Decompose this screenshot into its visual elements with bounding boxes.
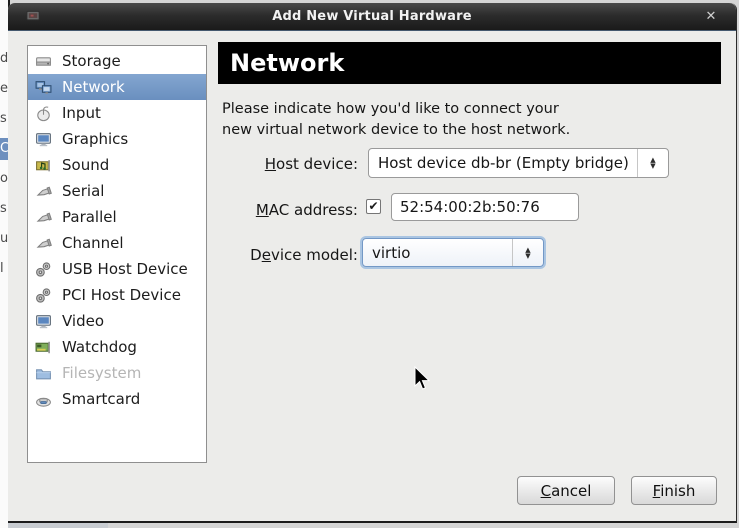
mac-address-label: MAC address: (255, 201, 358, 219)
sidebar-item-label: Sound (62, 156, 110, 174)
filesystem-icon (35, 365, 52, 382)
checkmark-icon: ✔ (368, 199, 379, 213)
sliver-text-fragment: s (0, 201, 7, 216)
chevron-down-icon: ▼ (650, 162, 656, 170)
sliver-text-fragment: C (0, 138, 8, 160)
sidebar-item-label: Channel (62, 234, 124, 252)
sidebar-item-input[interactable]: Input (28, 100, 206, 126)
instructions-line2: new virtual network device to the host n… (222, 122, 571, 138)
channel-icon (35, 235, 52, 252)
sliver-text-fragment: e (0, 81, 8, 96)
add-hardware-dialog: Add New Virtual Hardware ✕ Storage Networ… (8, 3, 737, 523)
host-device-select[interactable]: Host device db-br (Empty bridge) ▲ ▼ (368, 148, 669, 178)
sliver-text-fragment: o (0, 171, 8, 186)
sidebar-list: Storage Network Input Graphics Sound Serial Pa… (27, 45, 207, 463)
sidebar-item-usb-host-device[interactable]: USB Host Device (28, 256, 206, 282)
page-title-banner: Network (218, 42, 721, 84)
network-icon (35, 79, 52, 96)
serial-icon (35, 183, 52, 200)
graphics-icon (35, 131, 52, 148)
sidebar-item-label: Video (62, 312, 105, 330)
page-title: Network (230, 49, 345, 77)
smartcard-icon (35, 391, 52, 408)
spinner-arrows-icon[interactable]: ▲ ▼ (637, 149, 668, 177)
spinner-arrows-icon[interactable]: ▲ ▼ (512, 239, 543, 266)
sidebar-item-video[interactable]: Video (28, 308, 206, 334)
sidebar-item-label: Watchdog (62, 338, 137, 356)
sidebar-item-label: Graphics (62, 130, 129, 148)
sliver-text-fragment: d (0, 51, 8, 66)
sidebar-item-label: Filesystem (62, 364, 142, 382)
watchdog-icon (35, 339, 52, 356)
instructions-text: Please indicate how you'd like to connec… (222, 99, 570, 141)
sidebar-item-network[interactable]: Network (28, 74, 206, 100)
sidebar-item-graphics[interactable]: Graphics (28, 126, 206, 152)
sliver-text-fragment: u (0, 231, 8, 246)
sidebar-item-label: Parallel (62, 208, 117, 226)
sidebar-item-serial[interactable]: Serial (28, 178, 206, 204)
sliver-text-fragment: l (0, 261, 4, 276)
mac-address-input[interactable] (391, 193, 579, 221)
storage-icon (35, 53, 52, 70)
window-app-icon (26, 10, 40, 21)
video-icon (35, 313, 52, 330)
close-icon[interactable]: ✕ (702, 8, 720, 26)
sidebar-item-watchdog[interactable]: Watchdog (28, 334, 206, 360)
sidebar-item-filesystem[interactable]: Filesystem (28, 360, 206, 386)
sidebar-item-label: USB Host Device (62, 260, 188, 278)
sidebar-item-channel[interactable]: Channel (28, 230, 206, 256)
sound-icon (35, 157, 52, 174)
sliver-text-fragment: s (0, 111, 7, 126)
sidebar-item-smartcard[interactable]: Smartcard (28, 386, 206, 412)
sidebar-item-label: Input (62, 104, 101, 122)
window-title: Add New Virtual Hardware (272, 9, 472, 24)
sidebar-item-storage[interactable]: Storage (28, 48, 206, 74)
sidebar-item-pci-host-device[interactable]: PCI Host Device (28, 282, 206, 308)
sidebar-item-parallel[interactable]: Parallel (28, 204, 206, 230)
pci-host-device-icon (35, 287, 52, 304)
cancel-button[interactable]: Cancel (517, 476, 615, 505)
sidebar-item-sound[interactable]: Sound (28, 152, 206, 178)
mac-address-checkbox[interactable]: ✔ (366, 199, 381, 214)
device-model-value: virtio (372, 243, 411, 262)
sidebar-item-label: Serial (62, 182, 105, 200)
input-mouse-icon (35, 105, 52, 122)
device-model-label: Device model: (250, 246, 358, 264)
titlebar[interactable]: Add New Virtual Hardware ✕ (8, 3, 736, 31)
sidebar-item-label: Network (62, 78, 125, 96)
finish-button[interactable]: Finish (631, 476, 717, 505)
mouse-cursor (414, 366, 431, 390)
host-device-value: Host device db-br (Empty bridge) (378, 154, 629, 172)
instructions-line1: Please indicate how you'd like to connec… (222, 101, 559, 117)
device-model-select[interactable]: virtio ▲ ▼ (362, 238, 544, 267)
usb-host-device-icon (35, 261, 52, 278)
sidebar-item-label: PCI Host Device (62, 286, 181, 304)
parallel-icon (35, 209, 52, 226)
chevron-down-icon: ▼ (525, 251, 531, 260)
host-device-label: Host device: (264, 155, 358, 173)
sidebar-item-label: Storage (62, 52, 121, 70)
sidebar-item-label: Smartcard (62, 390, 141, 408)
